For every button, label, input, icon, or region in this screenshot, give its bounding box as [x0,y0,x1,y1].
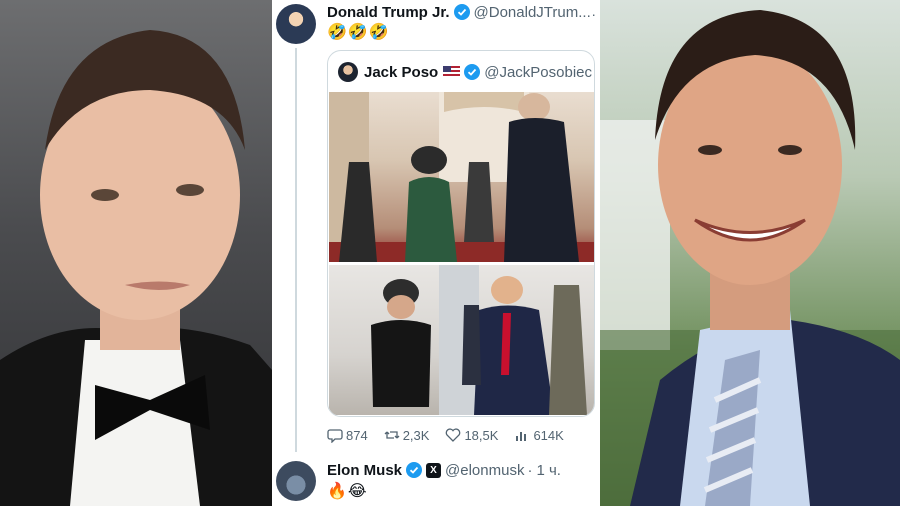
left-photo-illustration [0,30,272,506]
us-flag-icon [443,66,461,78]
reply-tweet-display-name[interactable]: Elon Musk [327,462,402,479]
repost-icon [384,431,400,439]
quoted-tweet-header: Jack Poso @JackPosobiec [338,61,592,83]
main-tweet-header: Donald Trump Jr. @DonaldJTrum... [327,1,591,23]
thread-connector-line [295,48,297,452]
view-count: 614K [533,427,564,443]
verified-badge-icon [406,462,423,478]
tweet-thread: Donald Trump Jr. @DonaldJTrum... · 🤣🤣🤣 J… [272,0,600,506]
movie-scene-illustration [329,92,594,262]
like-count: 18,5K [464,427,499,443]
x-affiliation-icon: X [426,462,442,478]
main-tweet-text: 🤣🤣🤣 [327,24,390,41]
like-button[interactable]: 18,5K [445,427,498,443]
reply-icon [327,429,343,443]
avatar-elon-musk[interactable] [276,461,316,501]
quoted-tweet-display-name[interactable]: Jack Poso [364,64,438,81]
avatar-jack-poso[interactable] [338,62,358,82]
reply-count: 874 [346,427,368,443]
quoted-tweet-card[interactable]: Jack Poso @JackPosobiec [327,50,595,417]
left-photo [0,0,272,506]
verified-badge-icon [464,64,481,80]
repost-count: 2,3K [402,427,430,443]
main-tweet-handle[interactable]: @DonaldJTrum... [474,4,591,21]
repost-button[interactable]: 2,3K [384,427,430,443]
views-button[interactable]: 614K [514,427,564,443]
tweet-action-bar: 874 2,3K 18,5K 614K [327,424,587,446]
more-options-icon[interactable]: · [591,6,596,22]
photo-recreation-illustration [371,265,587,415]
right-photo [600,0,900,506]
avatar-donald-trump-jr[interactable] [276,4,316,44]
reply-button[interactable]: 874 [327,427,368,443]
reply-tweet-text: 🔥😂 [327,483,368,500]
views-icon [516,432,527,441]
reply-tweet-handle[interactable]: @elonmusk [445,462,524,479]
verified-badge-icon [453,4,470,20]
reply-tweet-time[interactable]: 1 ч. [536,462,561,479]
quoted-tweet-image-2[interactable] [329,265,594,415]
heart-icon [446,428,461,442]
reply-tweet-header: Elon Musk X @elonmusk · 1 ч. [327,459,561,481]
right-photo-illustration [600,10,900,506]
separator-dot: · [527,461,533,479]
quoted-tweet-image-1[interactable] [329,92,594,262]
quoted-tweet-handle[interactable]: @JackPosobiec [484,64,592,81]
main-tweet-display-name[interactable]: Donald Trump Jr. [327,4,450,21]
